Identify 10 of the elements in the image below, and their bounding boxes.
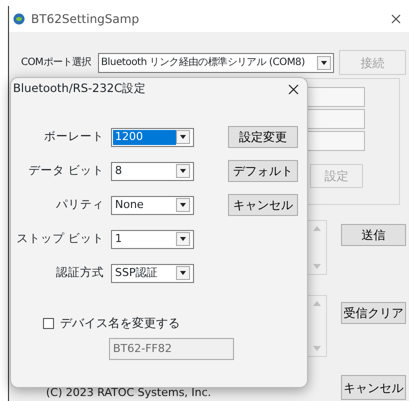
- field-label: ボーレート: [43, 128, 104, 146]
- copyright-text: (C) 2023 RATOC Systems, Inc.: [45, 385, 212, 401]
- window-title: BT62SettingSamp: [31, 11, 140, 28]
- field-label: ストップ ビット: [15, 230, 104, 248]
- dialog-title: Bluetooth/RS-232C設定: [13, 80, 146, 98]
- field-label: データ ビット: [27, 162, 104, 180]
- com-port-label: COMポート選択: [21, 56, 92, 70]
- field-label: パリティ: [55, 196, 104, 214]
- checkbox-label: デバイス名を変更する: [60, 315, 180, 332]
- field-label: 認証方式: [55, 264, 104, 282]
